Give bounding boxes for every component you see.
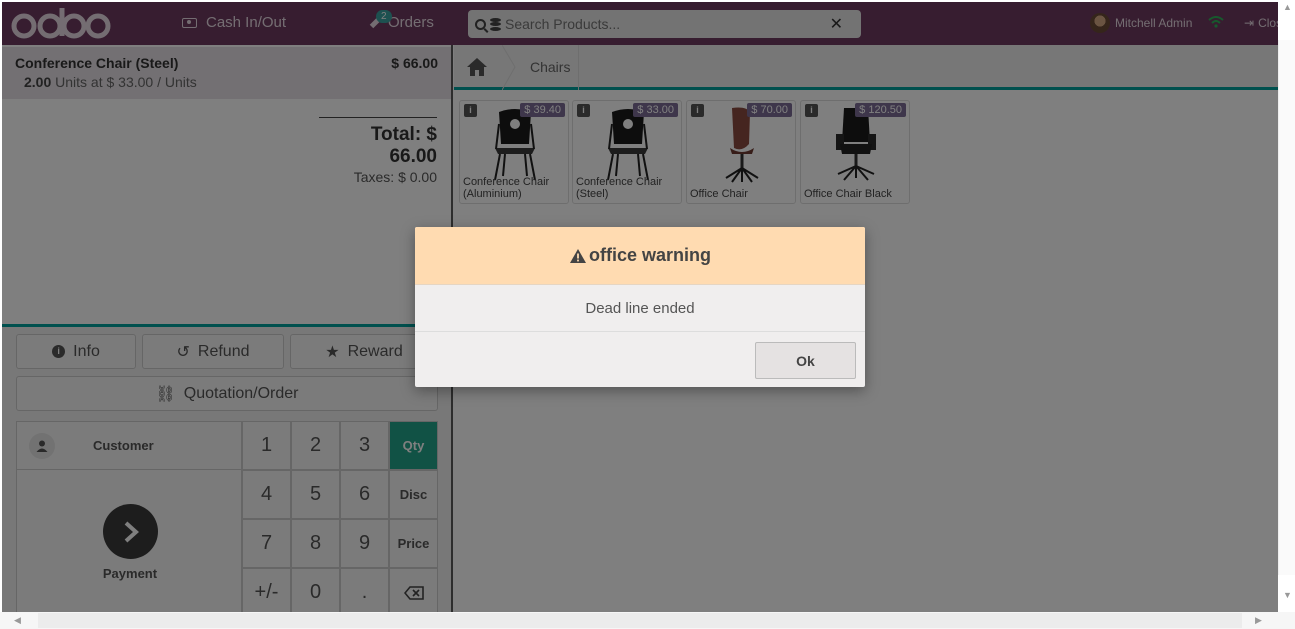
vertical-scrollbar-thumb[interactable]: [1278, 40, 1295, 575]
dialog-header: office warning: [415, 227, 865, 285]
scroll-down-arrow-icon[interactable]: ▼: [1283, 590, 1292, 600]
warning-dialog: office warning Dead line ended Ok: [415, 227, 865, 387]
ok-button[interactable]: Ok: [755, 342, 856, 379]
scroll-right-arrow-icon[interactable]: ▶: [1255, 615, 1262, 626]
dialog-body: Dead line ended: [415, 285, 865, 332]
horizontal-scrollbar-thumb[interactable]: [38, 613, 1242, 628]
warning-icon: [569, 248, 586, 263]
scroll-left-arrow-icon[interactable]: ◀: [14, 615, 21, 626]
dialog-title: office warning: [588, 245, 711, 265]
scroll-up-arrow-icon[interactable]: ▲: [1283, 2, 1292, 12]
